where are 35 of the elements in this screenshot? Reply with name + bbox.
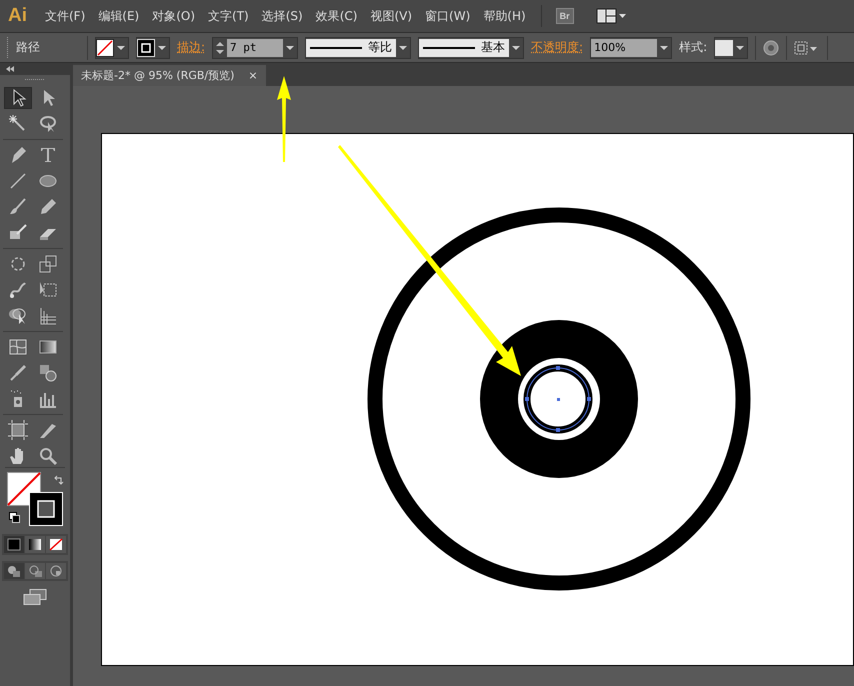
variable-width-profile-dropdown[interactable]: 等比 — [306, 38, 396, 56]
selected-circle-path[interactable] — [524, 364, 592, 434]
selection-type-label: 路径 — [16, 39, 40, 56]
draw-inside-icon[interactable] — [46, 563, 66, 579]
none-mode-button[interactable] — [46, 536, 66, 553]
bridge-button[interactable]: Br — [556, 8, 574, 24]
graphic-style-swatch[interactable] — [715, 40, 734, 56]
draw-normal-icon[interactable] — [4, 563, 24, 579]
default-colors-icon[interactable] — [9, 512, 20, 523]
menu-item[interactable]: 帮助(H) — [483, 8, 526, 24]
style-label: 样式: — [679, 39, 708, 56]
app-logo: Ai — [8, 5, 27, 27]
color-mode-button[interactable] — [4, 536, 24, 553]
fill-none-swatch[interactable] — [96, 38, 114, 56]
stroke-swatch[interactable] — [137, 38, 155, 56]
menu-item[interactable]: 效果(C) — [316, 8, 358, 24]
brush-definition-dropdown[interactable]: 基本 — [419, 38, 510, 56]
grip-icon[interactable] — [25, 78, 45, 81]
collapse-panel-icon[interactable] — [5, 66, 15, 72]
swap-arrows-icon[interactable] — [53, 474, 65, 486]
menu-item[interactable]: 文字(T) — [208, 8, 249, 24]
menu-item[interactable]: 视图(V) — [370, 8, 412, 24]
draw-behind-icon[interactable] — [25, 563, 45, 579]
menu-item[interactable]: 对象(O) — [152, 8, 196, 24]
close-tab-button[interactable]: × — [248, 69, 258, 82]
menu-item[interactable]: 文件(F) — [45, 8, 86, 24]
grip-icon[interactable] — [6, 36, 9, 58]
menu-item[interactable]: 编辑(E) — [98, 8, 140, 24]
menu-item[interactable]: 选择(S) — [262, 8, 303, 24]
document-tab[interactable]: 未标题-2* @ 95% (RGB/预览) × — [73, 65, 266, 86]
recolor-artwork-icon[interactable] — [763, 40, 780, 56]
gradient-mode-button[interactable] — [25, 536, 45, 553]
screen-mode-icon[interactable] — [23, 589, 47, 605]
menu-item[interactable]: 窗口(W) — [425, 8, 470, 24]
workspace-layout-icon[interactable] — [596, 8, 626, 24]
